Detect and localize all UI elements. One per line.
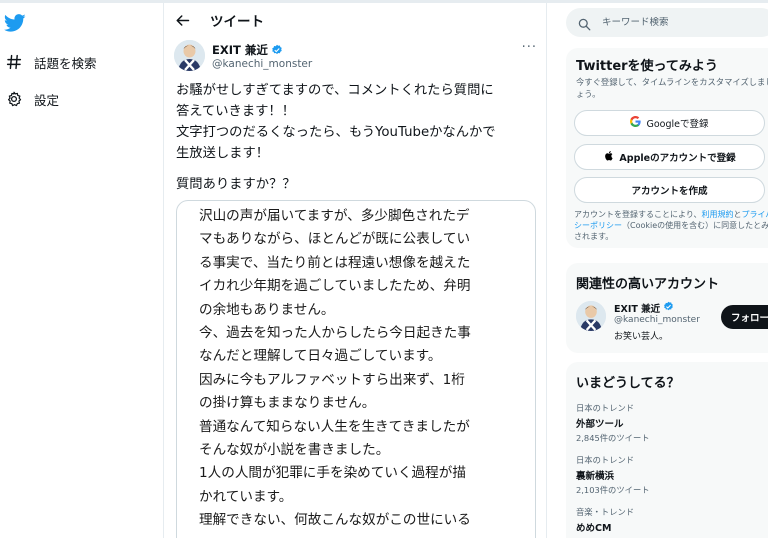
terms-link[interactable]: 利用規約 [702,210,734,219]
image-text-line: の余地もありません。 [199,301,335,318]
related-title: 関連性の高いアカウント [576,277,720,292]
trend-name: めめCM [576,523,612,534]
google-signup-button[interactable]: Googleで登録 [574,110,765,136]
left-navigation: 話題を検索 設定 [0,3,163,538]
trend-item[interactable]: 音楽・トレンド めめCM [576,506,768,534]
trends-title: いまどうしてる？ [576,376,680,391]
page-header: ツイート [164,3,546,37]
related-account-name[interactable]: EXIT 兼近 [614,301,674,315]
tweet-text-line: 生放送します！ [176,146,270,161]
right-sidebar: Twitterを使ってみよう 今すぐ登録して、タイムラインをカスタマイズしましょ… [547,3,768,538]
related-account-name-text: EXIT 兼近 [614,304,661,315]
apple-signup-button[interactable]: Appleのアカウントで登録 [574,144,765,170]
image-text-line: 今、過去を知った人からしたら今日起きた事 [199,325,471,342]
trend-name: 外部ツール [576,419,624,430]
related-accounts-panel: 関連性の高いアカウント EXIT 兼近 @kanechi_monster お笑い… [566,263,768,353]
legal-prefix: アカウントを登録することにより、 [574,210,702,219]
legal-text: アカウントを登録することにより、利用規約とプライバシーポリシー（Cookieの使… [574,210,768,242]
image-text-line: 理解できない、何故こんな奴がこの世にいる [199,512,471,529]
back-arrow-icon[interactable] [172,10,192,30]
image-text-line: 1人の人間が犯罪に手を染めていく過程が描 [199,465,466,482]
author-name-text: EXIT 兼近 [212,43,268,57]
signup-title: Twitterを使ってみよう [576,59,718,74]
main-column: ツイート EXIT 兼近 @kanechi_monster ··· お騒がせしす… [164,3,546,538]
search-input[interactable] [602,17,762,28]
verified-badge-icon [271,44,283,56]
verified-badge-icon [663,301,674,315]
follow-button[interactable]: フォロー [721,305,768,329]
nav-settings[interactable]: 設定 [4,87,59,111]
avatar[interactable] [174,40,205,71]
trends-panel: いまどうしてる？ 日本のトレンド 外部ツール 2,845件のツイート 日本のトレ… [566,362,768,538]
trend-category: 音楽・トレンド [576,507,635,517]
search-box[interactable] [566,8,768,37]
gear-icon [4,89,24,109]
image-text-line: の掛け算もままなりません。 [199,395,376,412]
legal-and: と [733,210,742,219]
apple-icon [603,150,614,164]
image-text-line: そんな奴が小説を書きました。 [199,442,390,459]
google-icon [630,116,642,130]
tweet-text-line: 文字打つのだるくなったら、もうYouTubeかなんかで [176,125,496,140]
nav-explore[interactable]: 話題を検索 [4,50,97,74]
tweet-author: EXIT 兼近 @kanechi_monster ··· [174,40,539,72]
create-account-label: アカウントを作成 [631,186,708,197]
ellipsis-icon[interactable]: ··· [522,40,537,55]
tweet-text-line: 答えていきます！！ [176,104,296,119]
avatar[interactable] [576,301,606,331]
image-text-line: マもありながら、ほとんどが既に公表してい [199,231,471,248]
tweet-image[interactable]: 沢山の声が届いてますが、多少脚色されたデ マもありながら、ほとんどが既に公表して… [176,200,536,538]
image-text-line: かれています。 [199,488,293,505]
tweet-question: 質問ありますか？？ [176,177,296,192]
related-account-bio: お笑い芸人。 [614,332,669,342]
search-icon [578,16,592,30]
trend-item[interactable]: 日本のトレンド 裏新横浜 2,103件のツイート [576,454,768,496]
tweet-text-line: お騒がせしすぎてますので、コメントくれたら質問に [176,83,494,98]
related-account-handle: @kanechi_monster [614,315,700,325]
image-text-line: る事実で、当たり前とは程遠い想像を越えた [199,254,471,271]
trend-category: 日本のトレンド [576,403,635,413]
nav-explore-label: 話題を検索 [34,55,97,71]
image-text-line: 沢山の声が届いてますが、多少脚色されたデ [199,208,470,224]
author-name[interactable]: EXIT 兼近 [212,42,283,58]
legal-cookie-prefix: （Cookieの使用を含む） [622,220,714,230]
google-signup-label: Googleで登録 [646,119,709,130]
signup-panel: Twitterを使ってみよう 今すぐ登録して、タイムラインをカスタマイズしましょ… [566,48,768,248]
trend-count: 2,845件のツイート [576,433,650,443]
trend-name: 裏新横浜 [576,471,615,482]
image-text: 沢山の声が届いてますが、多少脚色されたデ マもありながら、ほとんどが既に公表して… [199,205,519,533]
page-title: ツイート [210,14,264,30]
image-text-line: 因みに今もアルファベットすら出来ず、1桁 [199,371,465,388]
nav-settings-label: 設定 [34,92,60,108]
apple-signup-label: Appleのアカウントで登録 [619,153,736,164]
hashtag-icon [4,52,24,72]
image-text-line: なんだと理解して日々過ごしています。 [199,348,442,365]
tweet-text: お騒がせしすぎてますので、コメントくれたら質問に 答えていきます！！ 文字打つの… [176,80,536,164]
trend-item[interactable]: 日本のトレンド 外部ツール 2,845件のツイート [576,402,768,444]
image-text-line: イカれ少年期を過ごしていましたため、弁明 [199,278,471,295]
twitter-bird-icon[interactable] [3,12,26,34]
trend-category: 日本のトレンド [576,455,635,465]
author-handle[interactable]: @kanechi_monster [212,58,312,70]
create-account-button[interactable]: アカウントを作成 [574,177,765,203]
image-text-line: 普通なんて知らない人生を生きてきましたが [199,418,470,435]
trend-count: 2,103件のツイート [576,485,650,495]
signup-subtitle: 今すぐ登録して、タイムラインをカスタマイズしましょう。 [576,77,768,99]
